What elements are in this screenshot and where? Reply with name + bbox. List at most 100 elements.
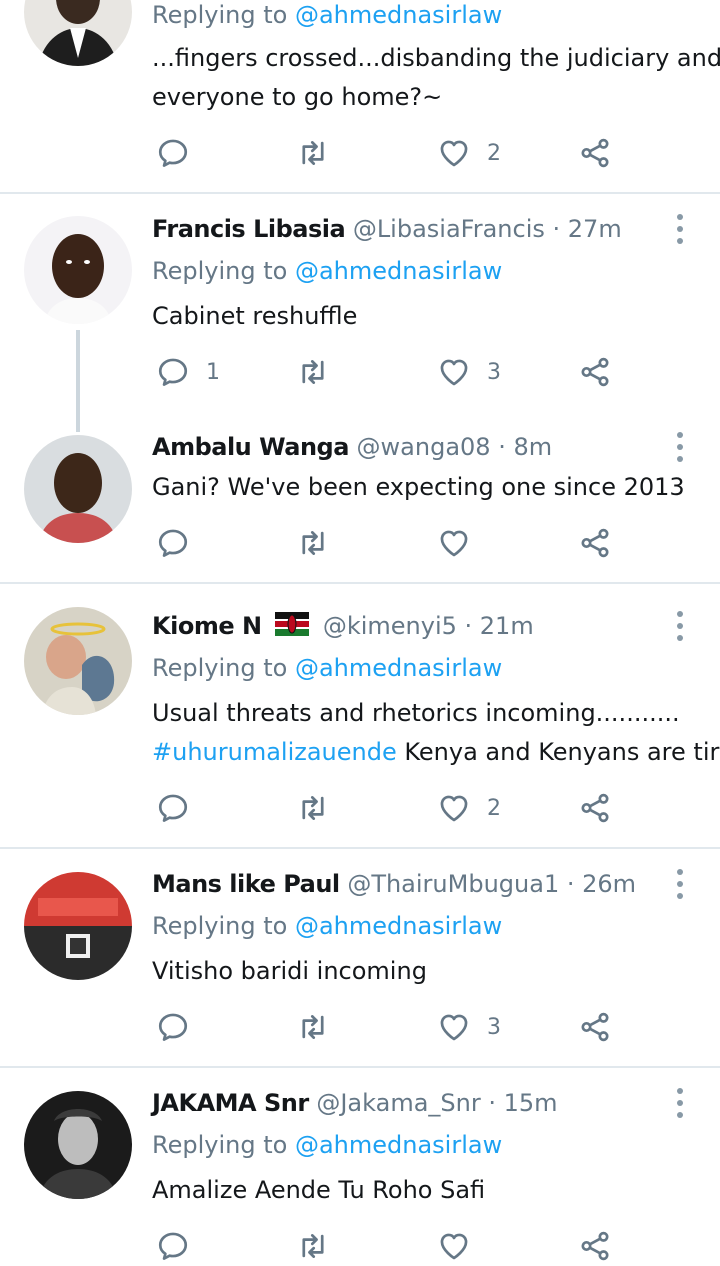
share-button[interactable] (578, 1007, 612, 1047)
user-handle[interactable]: @wanga08 (357, 433, 491, 461)
avatar[interactable] (24, 872, 132, 980)
display-name[interactable]: Ambalu Wanga (152, 433, 349, 461)
more-options-icon[interactable] (668, 869, 692, 899)
tweet-text: Cabinet reshuffle (152, 302, 358, 330)
avatar[interactable] (24, 607, 132, 715)
more-options-icon[interactable] (668, 611, 692, 641)
reply-icon (156, 791, 190, 825)
share-icon (578, 791, 612, 825)
heart-icon (437, 1229, 471, 1263)
retweet-icon (296, 1229, 330, 1263)
tweet-header: Mans like Paul @ThairuMbugua1 · 26m (152, 869, 680, 899)
reply-button[interactable]: 1 (156, 352, 220, 392)
replying-to-handle[interactable]: @ahmednasirlaw (295, 1, 502, 29)
tweet-text: Amalize Aende Tu Roho Safi (152, 1176, 486, 1204)
tweet-actions: 2 (0, 788, 720, 828)
reply-icon (156, 136, 190, 170)
like-button[interactable]: 3 (437, 1007, 501, 1047)
tweet-header: Ambalu Wanga @wanga08 · 8m (152, 432, 680, 462)
display-name[interactable]: JAKAMA Snr (152, 1089, 309, 1117)
replying-to: Replying to @ahmednasirlaw (152, 1131, 503, 1159)
divider (0, 1066, 720, 1068)
divider (0, 582, 720, 584)
user-handle[interactable]: @Jakama_Snr (316, 1089, 480, 1117)
heart-icon (437, 355, 471, 389)
share-icon (578, 355, 612, 389)
replying-to: Replying to @ahmednasirlaw (152, 912, 503, 940)
retweet-button[interactable] (296, 1007, 330, 1047)
share-button[interactable] (578, 523, 612, 563)
replying-to-handle[interactable]: @ahmednasirlaw (295, 257, 502, 285)
tweet-text: everyone to go home?~ (152, 83, 443, 111)
reply-icon (156, 1229, 190, 1263)
user-handle[interactable]: @LibasiaFrancis (353, 215, 545, 243)
share-icon (578, 1229, 612, 1263)
reply-button[interactable] (156, 133, 190, 173)
share-button[interactable] (578, 133, 612, 173)
retweet-icon (296, 136, 330, 170)
avatar[interactable] (24, 1091, 132, 1199)
like-button[interactable]: 2 (437, 133, 501, 173)
retweet-button[interactable] (296, 523, 330, 563)
retweet-button[interactable] (296, 1226, 330, 1266)
like-count: 2 (487, 795, 501, 821)
tweet-header: Francis Libasia @LibasiaFrancis · 27m (152, 214, 680, 244)
retweet-button[interactable] (296, 133, 330, 173)
share-icon (578, 526, 612, 560)
like-button[interactable]: 3 (437, 352, 501, 392)
reply-count: 1 (206, 359, 220, 385)
divider (0, 847, 720, 849)
timestamp[interactable]: · 27m (553, 215, 622, 243)
timestamp[interactable]: · 26m (567, 870, 636, 898)
replying-to-handle[interactable]: @ahmednasirlaw (295, 1131, 502, 1159)
replying-to: Replying to @ahmednasirlaw (152, 257, 503, 285)
timestamp[interactable]: · 21m (465, 612, 534, 640)
replying-to: Replying to @ahmednasirlaw (152, 1, 503, 29)
user-handle[interactable]: @ThairuMbugua1 (347, 870, 559, 898)
like-count: 3 (487, 1014, 501, 1040)
tweet-actions: 1 3 (0, 352, 720, 392)
reply-button[interactable] (156, 1007, 190, 1047)
like-count: 2 (487, 140, 501, 166)
reply-button[interactable] (156, 1226, 190, 1266)
avatar[interactable] (24, 216, 132, 324)
display-name[interactable]: Francis Libasia (152, 215, 346, 243)
tweet-header: JAKAMA Snr @Jakama_Snr · 15m (152, 1088, 680, 1118)
display-name[interactable]: Kiome N (152, 612, 262, 640)
more-options-icon[interactable] (668, 1088, 692, 1118)
avatar[interactable] (24, 0, 132, 66)
retweet-button[interactable] (296, 352, 330, 392)
tweet-actions (0, 523, 720, 563)
like-button[interactable]: 2 (437, 788, 501, 828)
reply-button[interactable] (156, 523, 190, 563)
like-count: 3 (487, 359, 501, 385)
share-button[interactable] (578, 788, 612, 828)
more-options-icon[interactable] (668, 432, 692, 462)
like-button[interactable] (437, 1226, 471, 1266)
hashtag-link[interactable]: #uhurumalizauende (152, 738, 397, 766)
heart-icon (437, 1010, 471, 1044)
retweet-icon (296, 526, 330, 560)
share-button[interactable] (578, 352, 612, 392)
timestamp[interactable]: · 8m (498, 433, 552, 461)
tweet-text: Usual threats and rhetorics incoming....… (152, 699, 680, 727)
tweet-header: Kiome N @kimenyi5 · 21m (152, 611, 680, 643)
heart-icon (437, 136, 471, 170)
like-button[interactable] (437, 523, 471, 563)
retweet-icon (296, 1010, 330, 1044)
display-name[interactable]: Mans like Paul (152, 870, 340, 898)
retweet-button[interactable] (296, 788, 330, 828)
more-options-icon[interactable] (668, 214, 692, 244)
tweet-text: Vitisho baridi incoming (152, 957, 427, 985)
divider (0, 192, 720, 194)
replying-to-handle[interactable]: @ahmednasirlaw (295, 912, 502, 940)
reply-button[interactable] (156, 788, 190, 828)
user-handle[interactable]: @kimenyi5 (323, 612, 457, 640)
timestamp[interactable]: · 15m (488, 1089, 557, 1117)
heart-icon (437, 526, 471, 560)
share-icon (578, 136, 612, 170)
tweet-text: Gani? We've been expecting one since 201… (152, 473, 685, 501)
replying-to-handle[interactable]: @ahmednasirlaw (295, 654, 502, 682)
share-button[interactable] (578, 1226, 612, 1266)
heart-icon (437, 791, 471, 825)
